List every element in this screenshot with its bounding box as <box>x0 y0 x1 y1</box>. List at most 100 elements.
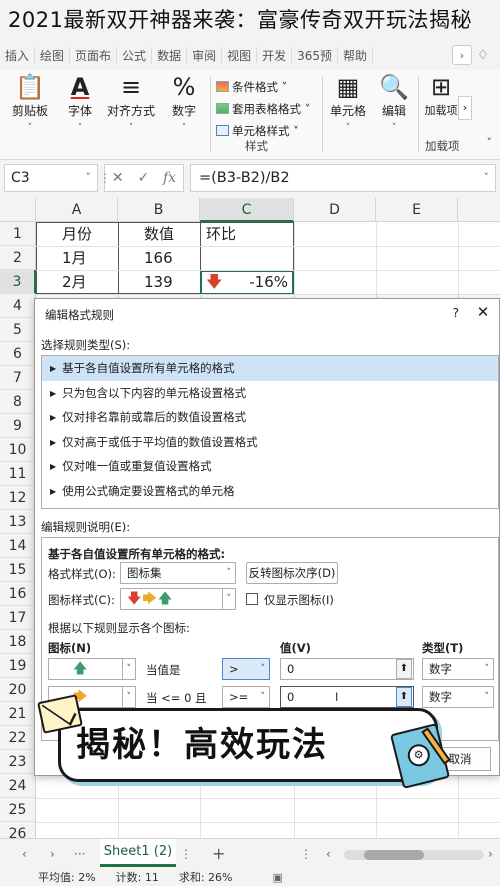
conditional-format-button[interactable]: 条件格式 ˅ <box>216 76 320 98</box>
row-header[interactable]: 23 <box>0 750 36 774</box>
row-header[interactable]: 17 <box>0 606 36 630</box>
row-header[interactable]: 10 <box>0 438 36 462</box>
row-header[interactable]: 22 <box>0 726 36 750</box>
tab-formulas[interactable]: 公式 <box>117 46 153 64</box>
display-settings-icon[interactable]: ▣ <box>273 870 283 886</box>
help-button[interactable]: ? <box>453 306 459 320</box>
tab-365[interactable]: 365预 <box>292 46 339 64</box>
ribbon-options-icon[interactable]: ♢ <box>472 48 494 63</box>
column-header-b[interactable]: B <box>118 198 200 222</box>
row-header[interactable]: 14 <box>0 534 36 558</box>
row-header[interactable]: 6 <box>0 342 36 366</box>
select-all-corner[interactable] <box>0 198 36 222</box>
table-format-button[interactable]: 套用表格格式 ˅ <box>216 98 320 120</box>
reverse-icon-order-button[interactable]: 反转图标次序(D) <box>246 562 338 584</box>
column-header-a[interactable]: A <box>36 198 118 222</box>
row-header[interactable]: 3 <box>0 270 36 294</box>
value-input-1[interactable]: 0 <box>280 658 414 680</box>
tab-data[interactable]: 数据 <box>152 46 188 64</box>
tab-help[interactable]: 帮助 <box>338 46 374 64</box>
sheet-tab-active[interactable]: Sheet1 (2) <box>100 839 176 867</box>
scroll-left-icon[interactable]: ‹ <box>326 847 331 861</box>
tab-review[interactable]: 审阅 <box>187 46 223 64</box>
cell-b3[interactable]: 139 <box>138 270 179 294</box>
row-header[interactable]: 24 <box>0 774 36 798</box>
formula-input[interactable]: =(B3-B2)/B2 ˅ <box>190 164 496 192</box>
cell-b1[interactable]: 数值 <box>138 222 180 246</box>
row-header[interactable]: 9 <box>0 414 36 438</box>
tab-draw[interactable]: 绘图 <box>35 46 71 64</box>
scrollbar-thumb[interactable] <box>364 850 424 860</box>
more-sheets-icon[interactable]: ··· <box>74 847 85 861</box>
cell-c1[interactable]: 环比 <box>200 222 242 246</box>
icon-select-1[interactable]: 🡅 ˅ <box>48 658 136 680</box>
row-header[interactable]: 19 <box>0 654 36 678</box>
rule-type-item[interactable]: ▶ 只为包含以下内容的单元格设置格式 <box>42 381 498 406</box>
sheet-tab-more-icon[interactable]: ⋮ <box>180 847 192 861</box>
row-header[interactable]: 13 <box>0 510 36 534</box>
ribbon-scroll-button[interactable]: › <box>458 96 472 120</box>
horizontal-scrollbar[interactable] <box>344 850 484 860</box>
tab-insert[interactable]: 插入 <box>0 46 36 64</box>
addins-button[interactable]: ⊞ 加载项 <box>422 74 460 118</box>
type-select-1[interactable]: 数字 ˅ <box>422 658 494 680</box>
cell-styles-button[interactable]: 单元格样式 ˅ <box>216 120 320 142</box>
row-header[interactable]: 4 <box>0 294 36 318</box>
row-header[interactable]: 8 <box>0 390 36 414</box>
number-button[interactable]: % 数字 ˅ <box>162 74 206 133</box>
column-header-e[interactable]: E <box>376 198 458 222</box>
rule-type-item[interactable]: ▶ 仅对高于或低于平均值的数值设置格式 <box>42 430 498 455</box>
row-header[interactable]: 21 <box>0 702 36 726</box>
row-header[interactable]: 7 <box>0 366 36 390</box>
row-header[interactable]: 12 <box>0 486 36 510</box>
clipboard-button[interactable]: 📋 剪贴板 ˅ <box>6 74 54 133</box>
scroll-right-icon[interactable]: › <box>488 847 493 861</box>
row-header[interactable]: 1 <box>0 222 36 246</box>
prev-sheet-icon[interactable]: ‹ <box>22 847 27 861</box>
cells-button[interactable]: ▦ 单元格 ˅ <box>326 74 370 133</box>
column-header-f[interactable] <box>458 198 500 222</box>
confirm-icon[interactable]: ✓ <box>137 165 149 191</box>
row-header[interactable]: 25 <box>0 798 36 822</box>
show-icon-only-checkbox[interactable] <box>246 593 258 605</box>
tab-developer[interactable]: 开发 <box>257 46 293 64</box>
tab-page-layout[interactable]: 页面布 <box>70 46 118 64</box>
tab-view[interactable]: 视图 <box>222 46 258 64</box>
cancel-icon[interactable]: ✕ <box>112 165 124 191</box>
edit-label: 编辑 <box>381 104 406 118</box>
close-button[interactable]: ✕ <box>473 303 493 321</box>
name-box[interactable]: C3 ˅ <box>4 164 98 192</box>
column-header-d[interactable]: D <box>294 198 376 222</box>
next-sheet-icon[interactable]: › <box>50 847 55 861</box>
more-tabs-button[interactable]: › <box>452 45 472 65</box>
rule-type-item[interactable]: ▶ 基于各自值设置所有单元格的格式 <box>42 356 498 381</box>
cell-a2[interactable]: 1月 <box>56 246 93 270</box>
cell-b2[interactable]: 166 <box>138 246 179 270</box>
rule-type-item[interactable]: ▶ 仅对排名靠前或靠后的数值设置格式 <box>42 405 498 430</box>
icon-style-select[interactable]: 🡇🡆🡅 ˅ <box>120 588 236 610</box>
rule-type-item[interactable]: ▶ 使用公式确定要设置格式的单元格 <box>42 479 498 504</box>
number-label: 数字 <box>171 104 196 118</box>
row-header[interactable]: 15 <box>0 558 36 582</box>
font-button[interactable]: A 字体 ˅ <box>58 74 102 133</box>
row-header[interactable]: 18 <box>0 630 36 654</box>
value-column-header: 值(V) <box>280 641 311 655</box>
edit-button[interactable]: 🔍 编辑 ˅ <box>374 74 414 133</box>
cell-a3[interactable]: 2月 <box>56 270 93 294</box>
alignment-button[interactable]: ≡ 对齐方式 ˅ <box>106 74 156 133</box>
cell-a1[interactable]: 月份 <box>56 222 98 246</box>
row-header[interactable]: 11 <box>0 462 36 486</box>
row-header[interactable]: 2 <box>0 246 36 270</box>
operator-select-1[interactable]: > ˅ <box>222 658 270 680</box>
format-style-select[interactable]: 图标集 ˅ <box>120 562 236 584</box>
add-sheet-button[interactable]: + <box>212 844 225 863</box>
row-header[interactable]: 5 <box>0 318 36 342</box>
scroll-options-icon[interactable]: ⋮ <box>300 847 312 861</box>
column-header-c[interactable]: C <box>200 198 294 222</box>
rule-type-item[interactable]: ▶ 仅对唯一值或重复值设置格式 <box>42 454 498 479</box>
fx-icon[interactable]: fx <box>163 165 176 191</box>
row-header[interactable]: 20 <box>0 678 36 702</box>
collapse-ribbon-icon[interactable]: ˅ <box>487 136 493 149</box>
range-picker-icon[interactable]: ⬆ <box>396 659 412 679</box>
row-header[interactable]: 16 <box>0 582 36 606</box>
